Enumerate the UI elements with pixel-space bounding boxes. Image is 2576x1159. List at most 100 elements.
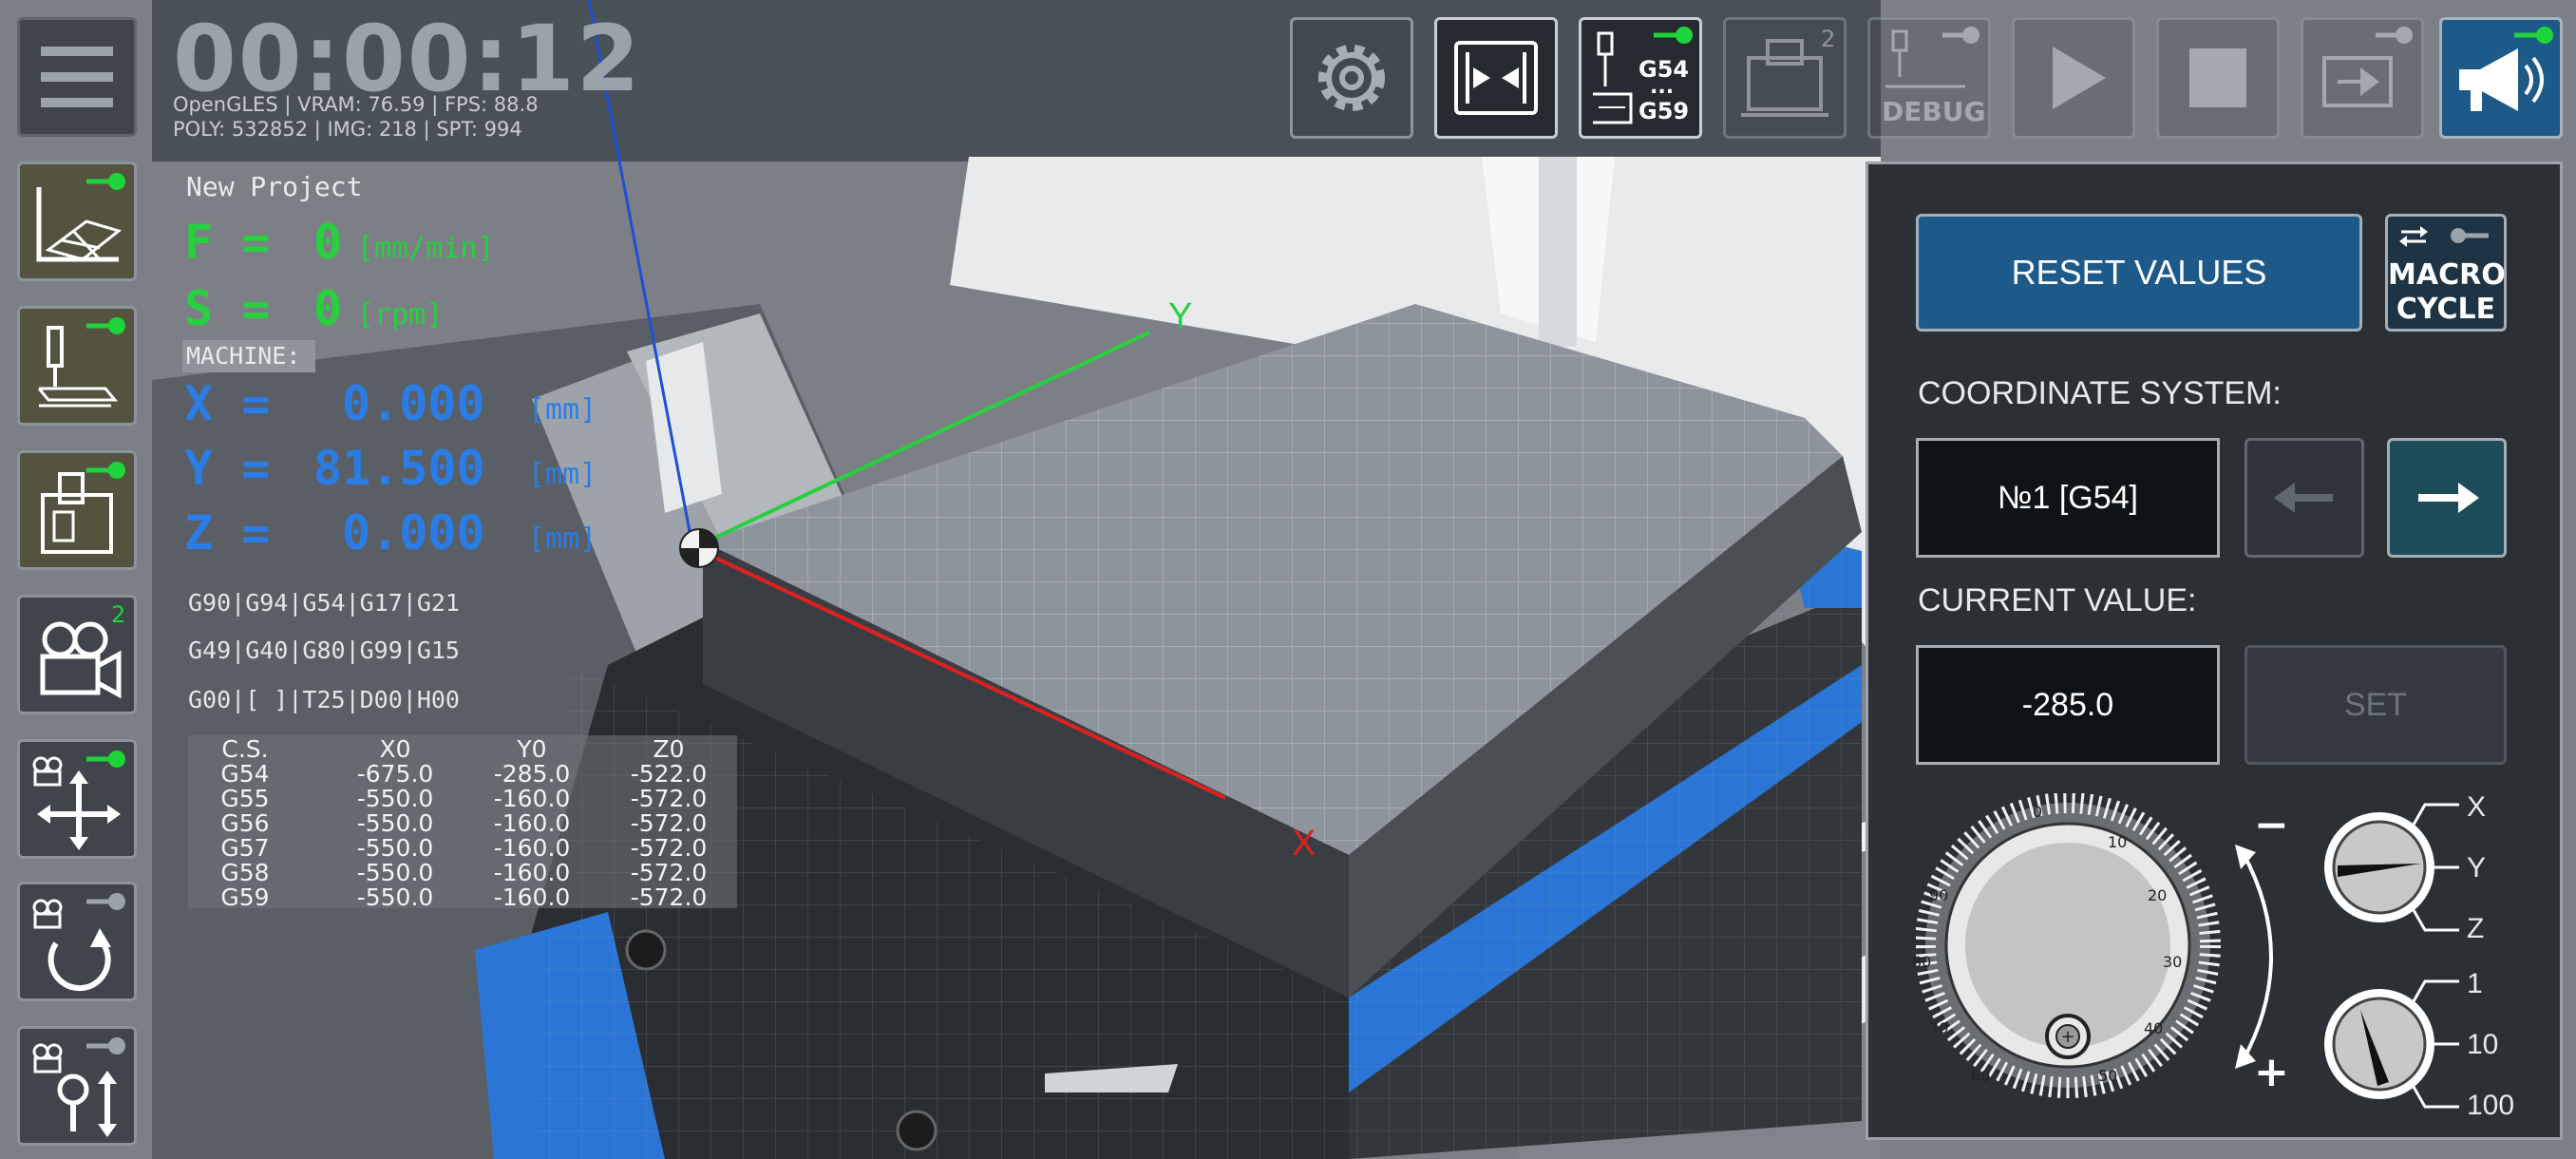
axis-y-value: 81.500 <box>313 441 485 496</box>
cs-header-z0: Z0 <box>653 735 685 763</box>
current-value-field[interactable]: -285.0 <box>1916 645 2220 765</box>
coordinate-system-field[interactable]: №1 [G54] <box>1916 438 2220 558</box>
minus-direction-label: − <box>2254 801 2289 849</box>
work-offset-button[interactable]: G54 ... G59 <box>1579 17 1702 139</box>
macro-cycle-button[interactable]: MACRO CYCLE <box>2385 214 2507 332</box>
table-cell: -550.0 <box>356 785 434 812</box>
step-button[interactable] <box>2301 17 2424 139</box>
table-cell: -550.0 <box>356 809 434 837</box>
render-stats-line-2: POLY: 532852 | IMG: 218 | SPT: 994 <box>173 118 522 141</box>
camera-pan-button[interactable] <box>17 739 137 859</box>
axis-z-unit: [mm] <box>528 522 597 556</box>
dial-tick-20: 20 <box>2148 886 2168 904</box>
table-cell: -160.0 <box>493 834 571 862</box>
table-cell: -160.0 <box>493 785 571 812</box>
axis-option-x[interactable]: X <box>2467 791 2486 824</box>
play-button[interactable] <box>2012 17 2135 139</box>
table-row: G55 <box>220 785 270 812</box>
cs-header-x0: X0 <box>379 735 411 763</box>
speed-value: 0 <box>313 281 343 336</box>
direction-arc-icon <box>2235 845 2273 1069</box>
sound-button[interactable] <box>2439 17 2563 139</box>
table-cell: -675.0 <box>356 760 434 788</box>
camera-zoom-button[interactable] <box>17 1026 137 1146</box>
gcode-modal-line-2: G49|G40|G80|G99|G15 <box>188 636 460 664</box>
table-cell: -160.0 <box>493 884 571 911</box>
dial-tick-10: 10 <box>2108 833 2128 851</box>
fit-view-button[interactable] <box>1434 17 1558 139</box>
render-stats-line-1: OpenGLES | VRAM: 76.59 | FPS: 88.8 <box>173 93 539 116</box>
next-coordinate-button[interactable] <box>2387 438 2507 558</box>
axis-y-label: Y = <box>184 441 271 496</box>
coordinate-system-label: COORDINATE SYSTEM: <box>1918 375 2282 411</box>
dial-tick-40: 40 <box>2144 1019 2164 1037</box>
camera-badge: 2 <box>111 601 126 628</box>
axis-x-unit: [mm] <box>528 393 597 427</box>
table-cell: -550.0 <box>356 884 434 911</box>
arrow-left-icon <box>2274 483 2333 513</box>
fixtures-badge: 2 <box>1821 26 1836 52</box>
set-button[interactable]: SET <box>2245 645 2507 765</box>
speed-label: S = <box>184 281 271 336</box>
settings-button[interactable] <box>1290 17 1413 139</box>
machine-label: MACHINE: <box>182 340 315 372</box>
machine-view-button[interactable] <box>17 450 137 570</box>
macro-line-1: MACRO <box>2388 258 2506 292</box>
camera-button[interactable]: 2 <box>17 595 137 714</box>
toolpath-button[interactable] <box>17 306 137 426</box>
table-row: G56 <box>220 809 270 837</box>
svg-text:+: + <box>2060 1027 2074 1047</box>
reset-values-button[interactable]: RESET VALUES <box>1916 214 2362 332</box>
table-cell: -550.0 <box>356 859 434 886</box>
axis-x-label: X = <box>184 376 271 431</box>
play-icon <box>2053 47 2106 109</box>
g54-dots: ... <box>1650 75 1675 99</box>
prev-coordinate-button[interactable] <box>2245 438 2364 558</box>
feed-label: F = <box>184 215 271 270</box>
scene-y-axis-label: Y <box>1168 296 1192 336</box>
zoom-icon <box>32 1037 125 1137</box>
gear-icon <box>1318 45 1385 111</box>
scene-x-axis-label: X <box>1292 824 1316 864</box>
stop-button[interactable] <box>2156 17 2280 139</box>
axis-z-value: 0.000 <box>342 505 485 560</box>
table-cell: -572.0 <box>630 884 708 911</box>
table-cell: -572.0 <box>630 809 708 837</box>
coordinate-system-table: C.S. X0 Y0 Z0 G54 -675.0 -285.0 -522.0 G… <box>188 735 737 911</box>
macro-line-2: CYCLE <box>2396 293 2496 326</box>
table-cell: -572.0 <box>630 785 708 812</box>
camera-rotate-button[interactable] <box>17 882 137 1001</box>
gcode-modal-line-1: G90|G94|G54|G17|G21 <box>188 589 460 617</box>
step-option-1[interactable]: 1 <box>2467 968 2483 1000</box>
hamburger-icon <box>41 47 113 107</box>
table-row: G57 <box>220 834 270 862</box>
grid-plane-icon <box>36 173 125 262</box>
table-cell: -572.0 <box>630 834 708 862</box>
axis-y-unit: [mm] <box>528 458 597 491</box>
axis-option-y[interactable]: Y <box>2467 852 2486 884</box>
arrow-right-icon <box>2418 483 2479 513</box>
fixtures-button[interactable]: 2 <box>1723 17 1847 139</box>
step-option-100[interactable]: 100 <box>2467 1090 2514 1122</box>
dial-tick-90: 90 <box>1929 886 1949 904</box>
table-cell: -522.0 <box>630 760 708 788</box>
table-cell: -550.0 <box>356 834 434 862</box>
table-cell: -285.0 <box>493 760 571 788</box>
step-option-10[interactable]: 10 <box>2467 1029 2498 1061</box>
feed-unit: [mm/min] <box>357 232 495 265</box>
debug-button[interactable]: DEBUG <box>1867 17 1991 139</box>
move-arrows-icon <box>32 750 125 850</box>
speed-unit: [rpm] <box>357 298 444 332</box>
dial-tick-50: 50 <box>2098 1067 2118 1085</box>
dial-tick-80: 80 <box>1912 953 1932 971</box>
table-cell: -572.0 <box>630 859 708 886</box>
dial-tick-60: 60 <box>1971 1067 1991 1085</box>
stop-icon <box>2189 48 2246 107</box>
axis-option-z[interactable]: Z <box>2467 913 2484 945</box>
table-cell: -160.0 <box>493 859 571 886</box>
axis-x-value: 0.000 <box>342 376 485 431</box>
hamburger-menu-button[interactable] <box>17 17 137 137</box>
project-name: New Project <box>186 171 363 202</box>
handwheel-dial[interactable]: + <box>1916 793 2229 1107</box>
grid-view-button[interactable] <box>17 162 137 281</box>
